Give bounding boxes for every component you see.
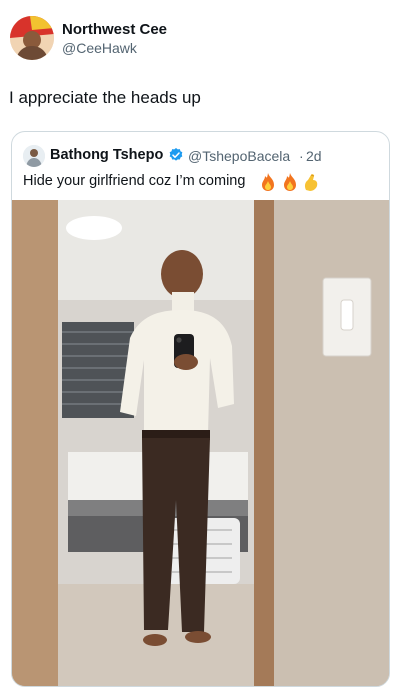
quoted-tweet-text: Hide your girlfriend coz I’m coming (23, 173, 246, 189)
author-avatar[interactable] (10, 16, 54, 60)
mirror-selfie-image (12, 200, 389, 686)
quoted-tweet-card[interactable]: Bathong Tshepo @TshepoBacela · 2d Hide y… (11, 131, 390, 687)
author-handle[interactable]: @CeeHawk (62, 40, 137, 56)
author-name[interactable]: Northwest Cee (62, 21, 167, 38)
quoted-timestamp[interactable]: 2d (306, 148, 322, 164)
quoted-author-avatar[interactable] (23, 145, 45, 167)
quoted-author-name[interactable]: Bathong Tshepo (50, 147, 163, 163)
fire-icon (262, 173, 274, 191)
separator-dot: · (299, 148, 304, 164)
fire-icon (284, 173, 296, 191)
verified-badge-icon (169, 148, 183, 161)
tweet[interactable]: Northwest Cee @CeeHawk I appreciate the … (0, 0, 400, 693)
quoted-tweet-photo[interactable] (12, 200, 389, 686)
tweet-text: I appreciate the heads up (9, 88, 201, 107)
pinched-fingers-icon (304, 174, 318, 191)
quoted-author-handle[interactable]: @TshepoBacela (188, 148, 290, 164)
